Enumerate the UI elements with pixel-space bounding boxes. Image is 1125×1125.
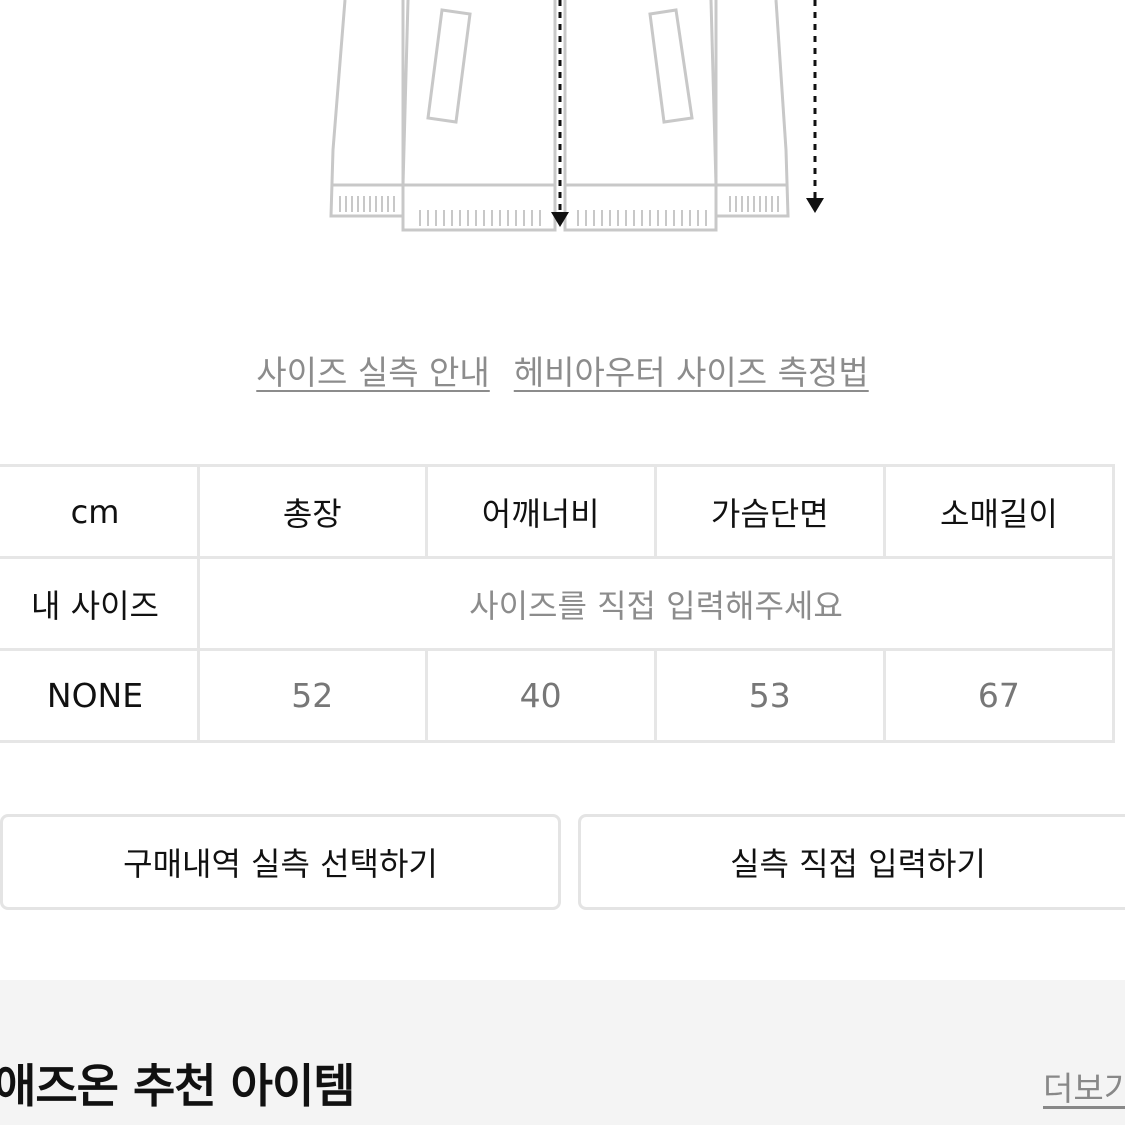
unit-label: cm	[0, 464, 200, 559]
chest-value: 53	[653, 648, 886, 743]
see-more-link[interactable]: 더보기	[1043, 1062, 1125, 1110]
size-guide-links: 사이즈 실측 안내 헤비아우터 사이즈 측정법	[0, 346, 1125, 394]
enter-measurements-button[interactable]: 실측 직접 입력하기	[578, 814, 1125, 910]
select-from-history-button[interactable]: 구매내역 실측 선택하기	[0, 814, 561, 910]
size-name-cell: NONE	[0, 648, 200, 743]
jacket-size-illustration	[329, 0, 824, 232]
length-value: 52	[196, 648, 428, 743]
my-size-row: 내 사이즈 사이즈를 직접 입력해주세요	[0, 556, 1116, 651]
size-table: cm 총장 어깨너비 가슴단면 소매길이 내 사이즈 사이즈를 직접 입력해주세…	[0, 464, 1116, 743]
column-header-shoulder: 어깨너비	[424, 464, 657, 559]
sleeve-value: 67	[882, 648, 1116, 743]
section-title: 애즈온 추천 아이템	[0, 1059, 356, 1113]
column-header-sleeve: 소매길이	[882, 464, 1116, 559]
size-measure-guide-link[interactable]: 사이즈 실측 안내	[256, 346, 490, 394]
column-header-length: 총장	[196, 464, 428, 559]
shoulder-value: 40	[424, 648, 657, 743]
table-row: NONE 52 40 53 67	[0, 648, 1116, 743]
size-table-header-row: cm 총장 어깨너비 가슴단면 소매길이	[0, 464, 1116, 559]
column-header-chest: 가슴단면	[653, 464, 886, 559]
my-size-input-prompt[interactable]: 사이즈를 직접 입력해주세요	[196, 556, 1116, 651]
recommended-items-section: 애즈온 추천 아이템 더보기	[0, 980, 1125, 1125]
heavy-outer-measure-link[interactable]: 헤비아우터 사이즈 측정법	[514, 346, 869, 394]
my-size-label: 내 사이즈	[0, 556, 200, 651]
